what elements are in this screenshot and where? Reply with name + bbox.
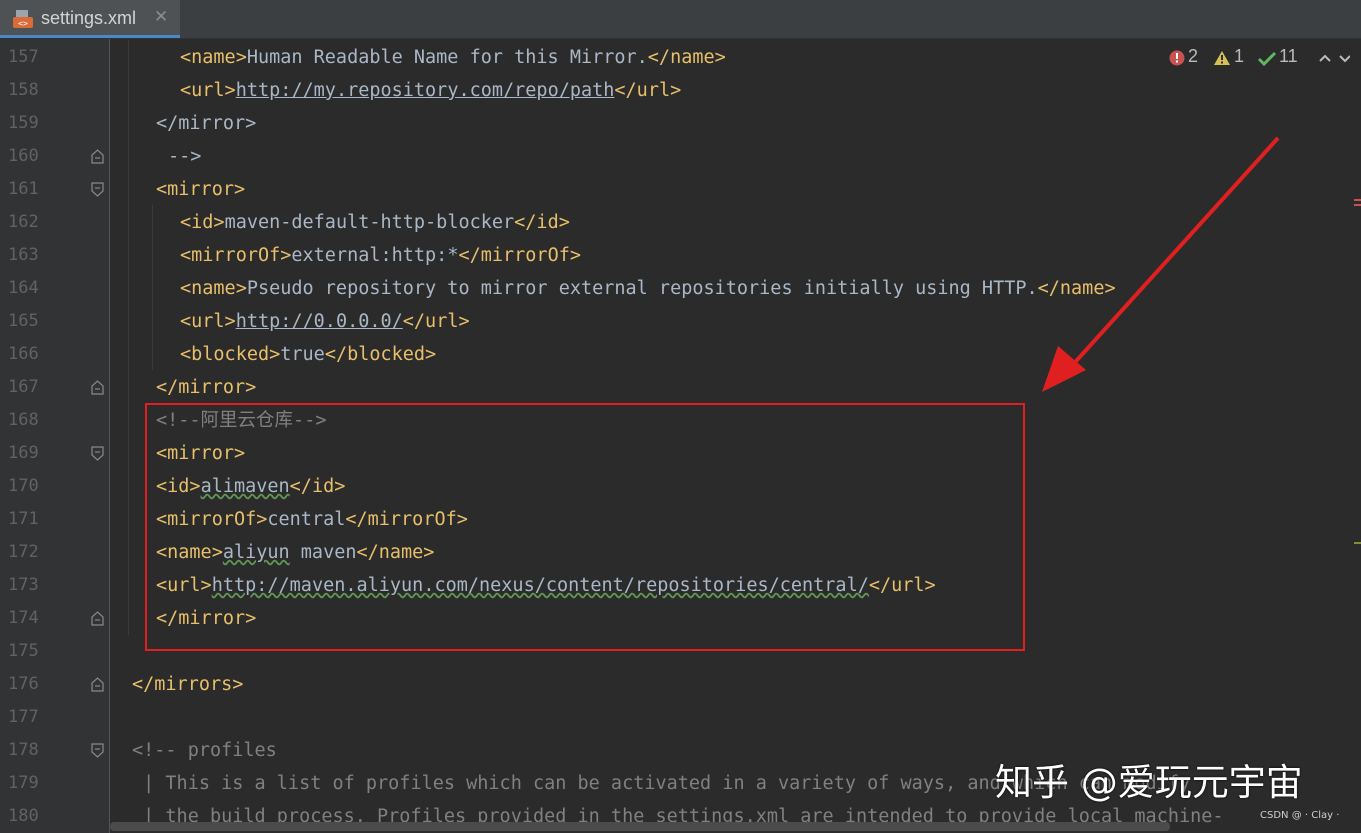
code-line-176: </mirrors> bbox=[132, 674, 244, 695]
error-stripe-marker[interactable] bbox=[1354, 204, 1361, 206]
error-count: 2 bbox=[1188, 46, 1199, 66]
line-number: 158 bbox=[8, 80, 39, 100]
warning-count: 1 bbox=[1234, 46, 1245, 66]
line-number: 163 bbox=[8, 245, 39, 265]
line-number: 157 bbox=[8, 47, 39, 67]
xml-file-icon: <> bbox=[13, 10, 33, 28]
check-icon bbox=[1257, 51, 1277, 67]
code-line-161: <mirror> bbox=[156, 179, 246, 200]
chevron-up-icon[interactable] bbox=[1318, 53, 1332, 63]
code-line-167: </mirror> bbox=[156, 377, 257, 398]
indent-guide bbox=[128, 40, 129, 635]
gutter-divider bbox=[109, 39, 110, 833]
line-number: 166 bbox=[8, 344, 39, 364]
line-number: 172 bbox=[8, 542, 39, 562]
code-line-159: </mirror> bbox=[156, 113, 257, 134]
fold-start-icon[interactable] bbox=[91, 182, 104, 197]
fold-end-icon[interactable] bbox=[91, 611, 104, 626]
line-number: 176 bbox=[8, 674, 39, 694]
highlight-box bbox=[145, 403, 1025, 651]
code-line-165: <url>http://0.0.0.0/</url> bbox=[180, 311, 470, 332]
tab-label: settings.xml bbox=[41, 8, 137, 28]
code-line-163: <mirrorOf>external:http:*</mirrorOf> bbox=[180, 245, 581, 266]
code-line-178: <!-- profiles bbox=[132, 740, 277, 761]
line-number: 168 bbox=[8, 410, 39, 430]
line-number: 177 bbox=[8, 707, 39, 727]
line-number: 161 bbox=[8, 179, 39, 199]
error-icon bbox=[1169, 50, 1185, 66]
vertical-scrollbar[interactable] bbox=[1350, 39, 1361, 833]
line-number: 173 bbox=[8, 575, 39, 595]
line-number: 167 bbox=[8, 377, 39, 397]
ok-count: 11 bbox=[1279, 46, 1298, 66]
line-number: 175 bbox=[8, 641, 39, 661]
fold-end-icon[interactable] bbox=[91, 677, 104, 692]
code-line-166: <blocked>true</blocked> bbox=[180, 344, 437, 365]
line-number: 164 bbox=[8, 278, 39, 298]
line-number: 171 bbox=[8, 509, 39, 529]
code-line-158: <url>http://my.repository.com/repo/path<… bbox=[180, 80, 682, 101]
csdn-watermark: CSDN @ · Clay · bbox=[1260, 810, 1340, 821]
line-number: 162 bbox=[8, 212, 39, 232]
warning-stripe-marker[interactable] bbox=[1354, 542, 1361, 544]
line-number: 174 bbox=[8, 608, 39, 628]
code-line-160: --> bbox=[168, 146, 202, 167]
line-number: 180 bbox=[8, 806, 39, 826]
line-number: 178 bbox=[8, 740, 39, 760]
fold-end-icon[interactable] bbox=[91, 380, 104, 395]
fold-start-icon[interactable] bbox=[91, 743, 104, 758]
warning-icon bbox=[1214, 51, 1230, 65]
indent-guide bbox=[152, 205, 153, 370]
code-line-157: <name>Human Readable Name for this Mirro… bbox=[180, 47, 726, 68]
code-line-164: <name>Pseudo repository to mirror extern… bbox=[180, 278, 1116, 299]
line-number: 159 bbox=[8, 113, 39, 133]
line-number: 170 bbox=[8, 476, 39, 496]
watermark: 知乎 @爱玩元宇宙 bbox=[995, 761, 1303, 804]
line-number: 169 bbox=[8, 443, 39, 463]
horizontal-scrollbar[interactable] bbox=[110, 822, 1170, 831]
close-tab-icon[interactable]: ✕ bbox=[154, 7, 168, 27]
tab-settings-xml[interactable]: <> settings.xml ✕ bbox=[0, 0, 180, 38]
arrow-annotation bbox=[1042, 136, 1280, 392]
line-number: 160 bbox=[8, 146, 39, 166]
code-line-162: <id>maven-default-http-blocker</id> bbox=[180, 212, 570, 233]
inspection-widget[interactable]: 2 1 11 bbox=[1166, 46, 1351, 74]
line-number: 165 bbox=[8, 311, 39, 331]
fold-end-icon[interactable] bbox=[91, 149, 104, 164]
fold-start-icon[interactable] bbox=[91, 446, 104, 461]
error-stripe-marker[interactable] bbox=[1354, 199, 1361, 201]
line-number: 179 bbox=[8, 773, 39, 793]
editor-tab-bar: <> settings.xml ✕ bbox=[0, 0, 1361, 39]
svg-text:<>: <> bbox=[18, 19, 28, 28]
